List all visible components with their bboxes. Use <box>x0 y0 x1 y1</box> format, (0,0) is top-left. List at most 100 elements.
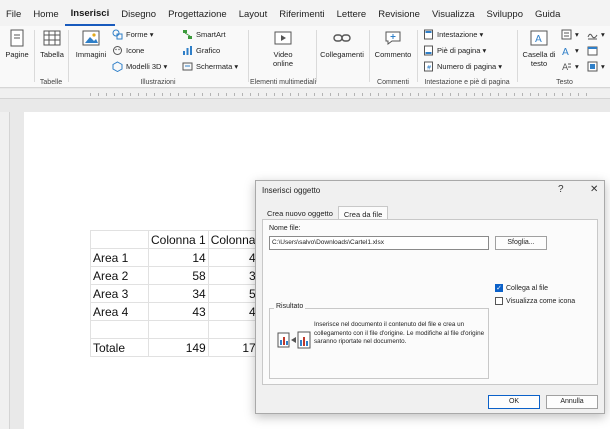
group-commenti: Commento Commenti <box>371 26 415 88</box>
table-cell: 4 <box>207 248 259 267</box>
horizontal-ruler <box>0 89 610 99</box>
separator <box>417 30 418 82</box>
tab-home[interactable]: Home <box>27 0 64 26</box>
tab-inserisci[interactable]: Inserisci <box>64 0 116 26</box>
smartart-icon <box>182 29 193 40</box>
table-cell: Area 4 <box>90 302 149 321</box>
multimedia-group-label: Elementi multimediali <box>250 79 317 86</box>
intestazione-group-label: Intestazione e piè di pagina <box>424 79 510 86</box>
tab-layout[interactable]: Layout <box>233 0 274 26</box>
group-tabelle: Tabella Tabelle <box>36 26 66 88</box>
intestazione-button[interactable]: Intestazione ▾ <box>423 29 483 40</box>
smartart-button[interactable]: SmartArt <box>182 29 226 40</box>
tab-riferimenti[interactable]: Riferimenti <box>273 0 330 26</box>
tab-progettazione[interactable]: Progettazione <box>162 0 233 26</box>
tabella-label: Tabella <box>40 50 64 59</box>
collegamenti-button[interactable]: Collegamenti <box>318 28 366 59</box>
dropdown-arrow-icon: ▾ <box>232 62 239 71</box>
page-number-icon: # <box>423 61 434 72</box>
table-cell: Totale <box>90 338 149 357</box>
icone-button[interactable]: Icone <box>112 45 144 56</box>
display-as-icon-checkbox[interactable]: Visualizza come icona <box>495 297 575 305</box>
ok-button[interactable]: OK <box>488 395 540 409</box>
cancel-button[interactable]: Annulla <box>546 395 598 409</box>
dialog-title: Inserisci oggetto <box>262 186 321 195</box>
file-name-field[interactable]: C:\Users\salvo\Downloads\Cartel1.xlsx <box>269 236 489 250</box>
schermata-button[interactable]: Schermata ▾ <box>182 61 238 72</box>
textbox-icon: A <box>529 28 549 48</box>
table-cell: Area 1 <box>90 248 149 267</box>
dropdown-arrow-icon: ▾ <box>575 46 579 55</box>
tab-guida[interactable]: Guida <box>529 0 566 26</box>
tab-lettere[interactable]: Lettere <box>331 0 373 26</box>
browse-button[interactable]: Sfoglia... <box>495 236 547 250</box>
forme-button[interactable]: Forme ▾ <box>112 29 154 40</box>
table-row: Area 1 14 4 <box>90 248 259 267</box>
image-icon <box>81 28 101 48</box>
video-online-button[interactable]: Video online <box>268 28 298 68</box>
svg-text:A: A <box>535 34 542 45</box>
tab-sviluppo[interactable]: Sviluppo <box>481 0 529 26</box>
testo-group-label: Testo <box>556 79 573 86</box>
quick-parts-button[interactable]: ▾ <box>561 29 579 40</box>
table-cell: 14 <box>148 248 209 267</box>
video-icon <box>273 28 293 48</box>
header-icon <box>423 29 434 40</box>
numero-pagina-button[interactable]: # Numero di pagina ▾ <box>423 61 502 72</box>
tab-disegno[interactable]: Disegno <box>115 0 162 26</box>
modelli3d-button[interactable]: Modelli 3D ▾ <box>112 61 167 72</box>
video-online-label: Video online <box>272 50 294 68</box>
wordart-button[interactable]: A ▾ <box>561 45 579 56</box>
date-time-button[interactable] <box>587 45 601 56</box>
immagini-button[interactable]: Immagini <box>74 28 108 59</box>
table-cell <box>90 230 149 249</box>
dropdown-arrow-icon: ▾ <box>480 46 487 55</box>
dropdown-arrow-icon: ▾ <box>161 62 168 71</box>
embedded-table[interactable]: Colonna 1 Colonna Area 1 14 4 Area 2 58 … <box>90 230 259 357</box>
help-button[interactable]: ? <box>558 184 564 195</box>
commento-button[interactable]: Commento <box>371 28 415 59</box>
tab-visualizza[interactable]: Visualizza <box>426 0 481 26</box>
intestazione-label: Intestazione <box>437 30 478 39</box>
modelli3d-label: Modelli 3D <box>126 62 162 71</box>
dialog-body: Nome file: C:\Users\salvo\Downloads\Cart… <box>262 219 598 385</box>
table-row <box>90 320 259 339</box>
separator <box>316 30 317 82</box>
object-button[interactable]: ▾ <box>587 61 605 72</box>
numero-pagina-label: Numero di pagina <box>437 62 497 71</box>
calendar-icon <box>587 45 598 56</box>
close-icon[interactable]: ✕ <box>590 184 598 195</box>
object-icon <box>587 61 598 72</box>
table-cell <box>207 320 259 339</box>
display-as-icon-label: Visualizza come icona <box>506 297 576 305</box>
dropdown-arrow-icon: ▾ <box>496 62 503 71</box>
group-intestazione: Intestazione ▾ Piè di pagina ▾ # Numero … <box>419 26 515 88</box>
separator <box>248 30 249 82</box>
smartart-label: SmartArt <box>196 30 226 39</box>
menu-bar: File Home Inserisci Disegno Progettazion… <box>0 0 610 26</box>
dropcap-button[interactable]: A ▾ <box>561 61 579 72</box>
pagine-button[interactable]: Pagine <box>4 28 30 59</box>
link-to-file-checkbox[interactable]: ✓ Collega al file <box>495 284 548 292</box>
table-cell: 17 <box>207 338 259 357</box>
tab-revisione[interactable]: Revisione <box>372 0 426 26</box>
link-icon <box>332 28 352 48</box>
forme-label: Forme <box>126 30 148 39</box>
grafico-label: Grafico <box>196 46 221 55</box>
tabella-button[interactable]: Tabella <box>38 28 66 59</box>
result-box: Risultato Inserisce nel documento il con… <box>269 303 489 379</box>
schermata-label: Schermata <box>196 62 233 71</box>
signature-line-button[interactable]: ▾ <box>587 29 605 40</box>
separator <box>34 30 35 82</box>
shapes-icon <box>112 29 123 40</box>
dropdown-arrow-icon: ▾ <box>575 30 579 39</box>
casella-testo-button[interactable]: A Casella di testo <box>521 28 557 68</box>
table-cell: 43 <box>148 302 209 321</box>
group-illustrazioni: Immagini Forme ▾ Icone Modelli 3D ▾ Smar… <box>70 26 246 88</box>
pie-pagina-button[interactable]: Piè di pagina ▾ <box>423 45 486 56</box>
grafico-button[interactable]: Grafico <box>182 45 220 56</box>
table-header-row: Colonna 1 Colonna <box>90 230 259 249</box>
dropcap-icon: A <box>561 61 572 72</box>
tab-file[interactable]: File <box>0 0 27 26</box>
table-header-cell: Colonna 1 <box>148 230 209 249</box>
